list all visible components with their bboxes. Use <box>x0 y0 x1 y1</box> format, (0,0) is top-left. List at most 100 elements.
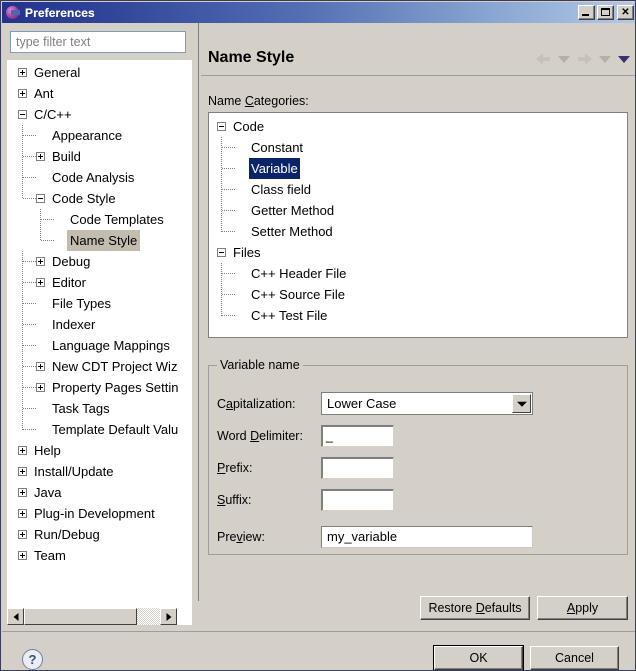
tree-item[interactable]: Java <box>7 482 192 503</box>
tree-item[interactable]: Code Templates <box>7 209 192 230</box>
expand-icon[interactable] <box>18 89 27 98</box>
tree-item-label: Debug <box>52 254 91 269</box>
tree-item[interactable]: New CDT Project Wiz <box>7 356 192 377</box>
pane-divider[interactable] <box>198 23 200 601</box>
tree-item[interactable]: File Types <box>7 293 192 314</box>
tree-item[interactable]: Team <box>7 545 192 566</box>
tree-item[interactable]: Setter Method <box>209 221 627 242</box>
tree-item-label: Files <box>233 245 261 260</box>
expand-icon[interactable] <box>36 383 45 392</box>
tree-item-label: New CDT Project Wiz <box>52 359 178 374</box>
expand-icon[interactable] <box>36 278 45 287</box>
tree-item[interactable]: C++ Source File <box>209 284 627 305</box>
tree-item[interactable]: Run/Debug <box>7 524 192 545</box>
preview-output: my_variable <box>321 526 533 548</box>
tree-item[interactable]: Getter Method <box>209 200 627 221</box>
suffix-input[interactable] <box>321 489 394 511</box>
tree-item-label: Java <box>34 485 62 500</box>
tree-item[interactable]: Files <box>209 242 627 263</box>
tree-item-label: Editor <box>52 275 86 290</box>
expand-icon[interactable] <box>36 152 45 161</box>
back-dropdown-icon[interactable] <box>558 55 570 63</box>
expand-icon[interactable] <box>18 530 27 539</box>
prefix-input[interactable] <box>321 457 394 479</box>
maximize-button[interactable] <box>597 5 614 20</box>
search-input[interactable]: type filter text <box>10 31 186 53</box>
tree-item-label: File Types <box>52 296 112 311</box>
tree-item[interactable]: Appearance <box>7 125 192 146</box>
title-bar[interactable]: Preferences ✕ <box>2 2 635 23</box>
tree-item-label: C++ Test File <box>251 308 328 323</box>
scroll-left-arrow-icon[interactable] <box>7 608 24 625</box>
tree-item[interactable]: Property Pages Settin <box>7 377 192 398</box>
capitalization-select[interactable]: Lower Case <box>321 392 533 415</box>
tree-item-label: Indexer <box>52 317 96 332</box>
page-title: Name Style <box>208 49 295 66</box>
tree-item[interactable]: Name Style <box>7 230 192 251</box>
tree-item-label: Team <box>34 548 66 563</box>
expand-icon[interactable] <box>18 467 27 476</box>
sidebar-horizontal-scrollbar[interactable] <box>7 608 177 625</box>
tree-item[interactable]: Template Default Valu <box>7 419 192 440</box>
help-icon[interactable]: ? <box>22 649 43 670</box>
tree-item[interactable]: Ant <box>7 83 192 104</box>
tree-item[interactable]: Install/Update <box>7 461 192 482</box>
tree-item[interactable]: General <box>7 62 192 83</box>
back-arrow-icon[interactable] <box>536 53 551 65</box>
collapse-icon[interactable] <box>217 248 226 257</box>
tree-item-label: Name Style <box>67 230 141 251</box>
scrollbar-track[interactable] <box>24 608 160 625</box>
expand-icon[interactable] <box>18 551 27 560</box>
scroll-right-arrow-icon[interactable] <box>160 608 177 625</box>
collapse-icon[interactable] <box>18 110 27 119</box>
tree-item[interactable]: C/C++ <box>7 104 192 125</box>
expand-icon[interactable] <box>36 362 45 371</box>
tree-item[interactable]: Variable <box>209 158 627 179</box>
minimize-button[interactable] <box>578 5 595 20</box>
view-menu-icon[interactable] <box>618 55 630 63</box>
tree-item[interactable]: Language Mappings <box>7 335 192 356</box>
forward-dropdown-icon[interactable] <box>599 55 611 63</box>
tree-item-label: Run/Debug <box>34 527 100 542</box>
expand-icon[interactable] <box>18 488 27 497</box>
apply-button[interactable]: Apply <box>537 596 628 620</box>
tree-item[interactable]: Plug-in Development <box>7 503 192 524</box>
tree-item[interactable]: Code <box>209 116 627 137</box>
tree-item[interactable]: Code Style <box>7 188 192 209</box>
tree-item-label: C++ Source File <box>251 287 345 302</box>
tree-item[interactable]: C++ Header File <box>209 263 627 284</box>
title-separator <box>201 75 635 76</box>
preferences-dialog: Preferences ✕ type filter text General An… <box>0 0 636 671</box>
group-legend: Variable name <box>217 358 303 372</box>
collapse-icon[interactable] <box>36 194 45 203</box>
tree-item[interactable]: C++ Test File <box>209 305 627 326</box>
tree-item[interactable]: Editor <box>7 272 192 293</box>
ok-button[interactable]: OK <box>433 645 524 670</box>
tree-item[interactable]: Constant <box>209 137 627 158</box>
capitalization-label: Capitalization: <box>217 397 296 411</box>
name-categories-tree[interactable]: Code Constant Variable Class field Getter Me… <box>208 112 628 338</box>
chevron-down-icon[interactable] <box>512 394 531 413</box>
scrollbar-thumb[interactable] <box>24 608 137 625</box>
tree-item[interactable]: Class field <box>209 179 627 200</box>
tree-item[interactable]: Task Tags <box>7 398 192 419</box>
preference-page: Name Style Name Categories: Code Constant… <box>201 23 635 620</box>
word-delimiter-input[interactable]: _ <box>321 425 394 447</box>
expand-icon[interactable] <box>18 509 27 518</box>
collapse-icon[interactable] <box>217 122 226 131</box>
tree-item[interactable]: Build <box>7 146 192 167</box>
tree-item[interactable]: Help <box>7 440 192 461</box>
tree-item-label: Variable <box>249 158 300 179</box>
cancel-button[interactable]: Cancel <box>530 646 619 670</box>
close-button[interactable]: ✕ <box>617 5 634 20</box>
tree-item[interactable]: Debug <box>7 251 192 272</box>
expand-icon[interactable] <box>18 446 27 455</box>
tree-item-label: Appearance <box>52 128 123 143</box>
expand-icon[interactable] <box>36 257 45 266</box>
expand-icon[interactable] <box>18 68 27 77</box>
preferences-tree[interactable]: General Ant C/C++ Appearance Build Code Analy… <box>7 60 192 625</box>
tree-item[interactable]: Indexer <box>7 314 192 335</box>
restore-defaults-button[interactable]: Restore Defaults <box>420 596 530 620</box>
forward-arrow-icon[interactable] <box>577 53 592 65</box>
tree-item[interactable]: Code Analysis <box>7 167 192 188</box>
